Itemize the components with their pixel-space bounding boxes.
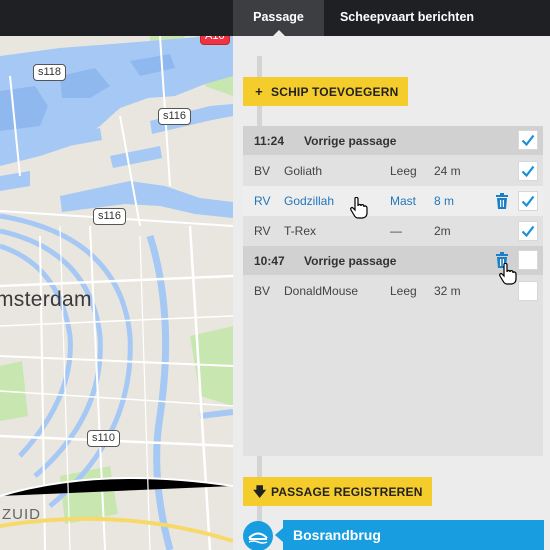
road-shield-s110: s110 — [87, 430, 121, 447]
road-shield-a10: A10 — [200, 36, 230, 45]
ship-load: Leeg — [390, 164, 417, 178]
tab-passage[interactable]: Passage — [233, 0, 324, 36]
ship-load: Leeg — [390, 284, 417, 298]
ship-row[interactable]: BV Goliath Leeg 24 m — [243, 156, 543, 186]
ship-row[interactable]: RV T-Rex — 2m — [243, 216, 543, 246]
ship-name: T-Rex — [284, 224, 317, 238]
ship-type: RV — [254, 194, 271, 208]
ship-type: BV — [254, 164, 271, 178]
trash-icon[interactable] — [495, 193, 509, 209]
bridge-badge — [243, 521, 273, 550]
add-ship-button[interactable]: + SCHIP TOEVOEGERN — [243, 77, 408, 106]
ship-checkbox[interactable] — [518, 161, 538, 181]
passage-panel: + SCHIP TOEVOEGERN 11:24 Vorrige passage … — [233, 36, 550, 550]
top-navigation-bar: Passage Scheepvaart berichten — [0, 0, 550, 36]
ship-name: Goliath — [284, 164, 323, 178]
ship-checkbox[interactable] — [518, 221, 538, 241]
passage-time: 10:47 — [254, 254, 285, 268]
ship-size: 32 m — [434, 284, 461, 298]
check-icon — [521, 134, 535, 147]
ship-size: 24 m — [434, 164, 461, 178]
ship-name: Godzillah — [284, 194, 335, 208]
road-shield-s118: s118 — [33, 64, 67, 81]
hand-cursor-icon — [350, 197, 368, 219]
check-icon — [521, 165, 535, 178]
ship-name: DonaldMouse — [284, 284, 359, 298]
ship-type: RV — [254, 224, 271, 238]
ship-type: BV — [254, 284, 271, 298]
bridge-icon — [248, 532, 268, 544]
ship-checkbox[interactable] — [518, 191, 538, 211]
arrow-down-icon: 🡇 — [253, 484, 267, 499]
road-shield-s116: s116 — [93, 208, 127, 225]
plus-icon: + — [255, 84, 263, 99]
passage-time: 11:24 — [254, 134, 285, 148]
tab-scheepvaart-berichten[interactable]: Scheepvaart berichten — [324, 0, 490, 36]
ship-load: Mast — [390, 194, 417, 208]
map-city-label: msterdam — [0, 288, 92, 311]
group-checkbox[interactable] — [518, 250, 538, 270]
passage-group-header: 11:24 Vorrige passage — [243, 126, 543, 155]
road-shield-s116: s116 — [158, 108, 192, 125]
check-icon — [521, 225, 535, 238]
location-label[interactable]: Bosrandbrug — [275, 520, 544, 550]
register-passage-button[interactable]: 🡇 PASSAGE REGISTREREN — [243, 477, 432, 506]
group-checkbox[interactable] — [518, 130, 538, 150]
ship-size: 2m — [434, 224, 451, 238]
ship-size: 8 m — [434, 194, 455, 208]
tab-scheepvaart-label: Scheepvaart berichten — [339, 10, 475, 24]
ship-load: — — [390, 224, 402, 238]
ship-checkbox[interactable] — [518, 281, 538, 301]
passage-label: Vorrige passage — [304, 254, 397, 268]
ship-row[interactable]: BV DonaldMouse Leeg 32 m — [243, 276, 543, 306]
map-district-label: ZUID — [2, 506, 41, 523]
check-icon — [521, 195, 535, 208]
hand-cursor-icon — [499, 263, 517, 285]
ship-row-selected[interactable]: RV Godzillah Mast 8 m — [243, 186, 543, 216]
map-view[interactable]: s118 s116 s116 s110 A10 msterdam ZUID — [0, 36, 233, 550]
passage-list: 11:24 Vorrige passage BV Goliath Leeg 24… — [243, 126, 543, 456]
register-passage-label: PASSAGE REGISTREREN — [271, 485, 423, 499]
add-ship-label: SCHIP TOEVOEGERN — [271, 85, 399, 99]
passage-group-header: 10:47 Vorrige passage — [243, 246, 543, 275]
passage-label: Vorrige passage — [304, 134, 397, 148]
